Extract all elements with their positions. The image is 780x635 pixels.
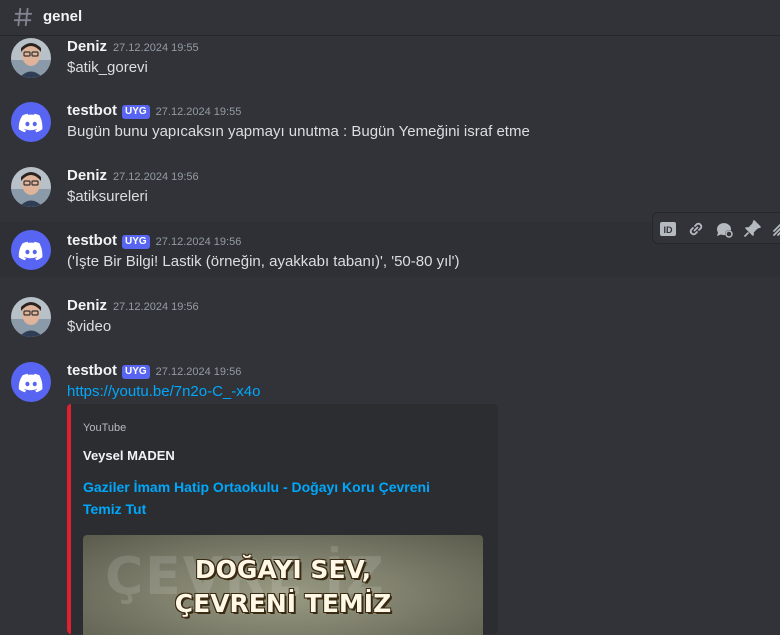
message-text: $atik_gorevi [67,59,148,76]
message: testbot UYG 27.12.2024 19:55 Bugün bunu … [0,92,780,154]
embed-provider[interactable]: YouTube [83,422,126,434]
app-badge: UYG [122,235,150,249]
hash-icon [13,7,33,27]
message-link[interactable]: https://youtu.be/7n2o-C_-x4o [67,383,260,400]
avatar[interactable] [11,167,51,207]
timestamp: 27.12.2024 19:56 [113,301,199,313]
username[interactable]: testbot [67,362,117,379]
channel-name[interactable]: genel [43,8,82,25]
username[interactable]: testbot [67,232,117,249]
thumbnail-caption-line2: ÇEVRENİ TEMİZ [174,589,392,618]
timestamp: 27.12.2024 19:55 [113,42,199,54]
message: Deniz 27.12.2024 19:55 $atik_gorevi [0,36,780,86]
avatar[interactable] [11,297,51,337]
username[interactable]: Deniz [67,297,107,314]
svg-text:ID: ID [664,225,674,235]
avatar[interactable] [11,230,51,270]
thread-icon[interactable] [714,219,734,239]
timestamp: 27.12.2024 19:56 [155,236,242,248]
link-embed: YouTube Veysel MADEN Gaziler İmam Hatip … [67,404,498,635]
username[interactable]: Deniz [67,38,107,55]
video-thumbnail[interactable]: ÇEVRE İZ DOĞAYI SEV, ÇEVRENİ TEMİZ [83,535,483,635]
message-text: Bugün bunu yapıcaksın yapmayı unutma : B… [67,123,530,140]
embed-title[interactable]: Gaziler İmam Hatip Ortaokulu - Doğayı Ko… [83,476,463,520]
pin-icon[interactable] [742,219,762,239]
app-badge: UYG [122,105,150,119]
thumbnail-caption-line1: DOĞAYI SEV, [194,555,372,584]
avatar[interactable] [11,38,51,78]
timestamp: 27.12.2024 19:55 [155,106,242,118]
message-text: $atiksureleri [67,188,148,205]
discord-logo-icon [18,113,43,133]
message: Deniz 27.12.2024 19:56 $atiksureleri [0,157,780,219]
message-text: ('İşte Bir Bilgi! Lastik (örneğin, ayakk… [67,253,460,270]
embed-author[interactable]: Veysel MADEN [83,448,175,463]
username[interactable]: testbot [67,102,117,119]
more-icon[interactable] [770,219,780,239]
app-badge: UYG [122,365,150,379]
link-icon[interactable] [686,219,706,239]
message: Deniz 27.12.2024 19:56 $video [0,287,780,349]
avatar[interactable] [11,362,51,402]
avatar[interactable] [11,102,51,142]
discord-logo-icon [18,241,43,261]
channel-header: genel [0,0,780,36]
username[interactable]: Deniz [67,167,107,184]
discord-logo-icon [18,373,43,393]
id-icon[interactable]: ID [658,219,678,239]
timestamp: 27.12.2024 19:56 [155,366,242,378]
timestamp: 27.12.2024 19:56 [113,171,199,183]
message-text: $video [67,318,112,335]
message-actions-toolbar: ID [652,212,780,244]
